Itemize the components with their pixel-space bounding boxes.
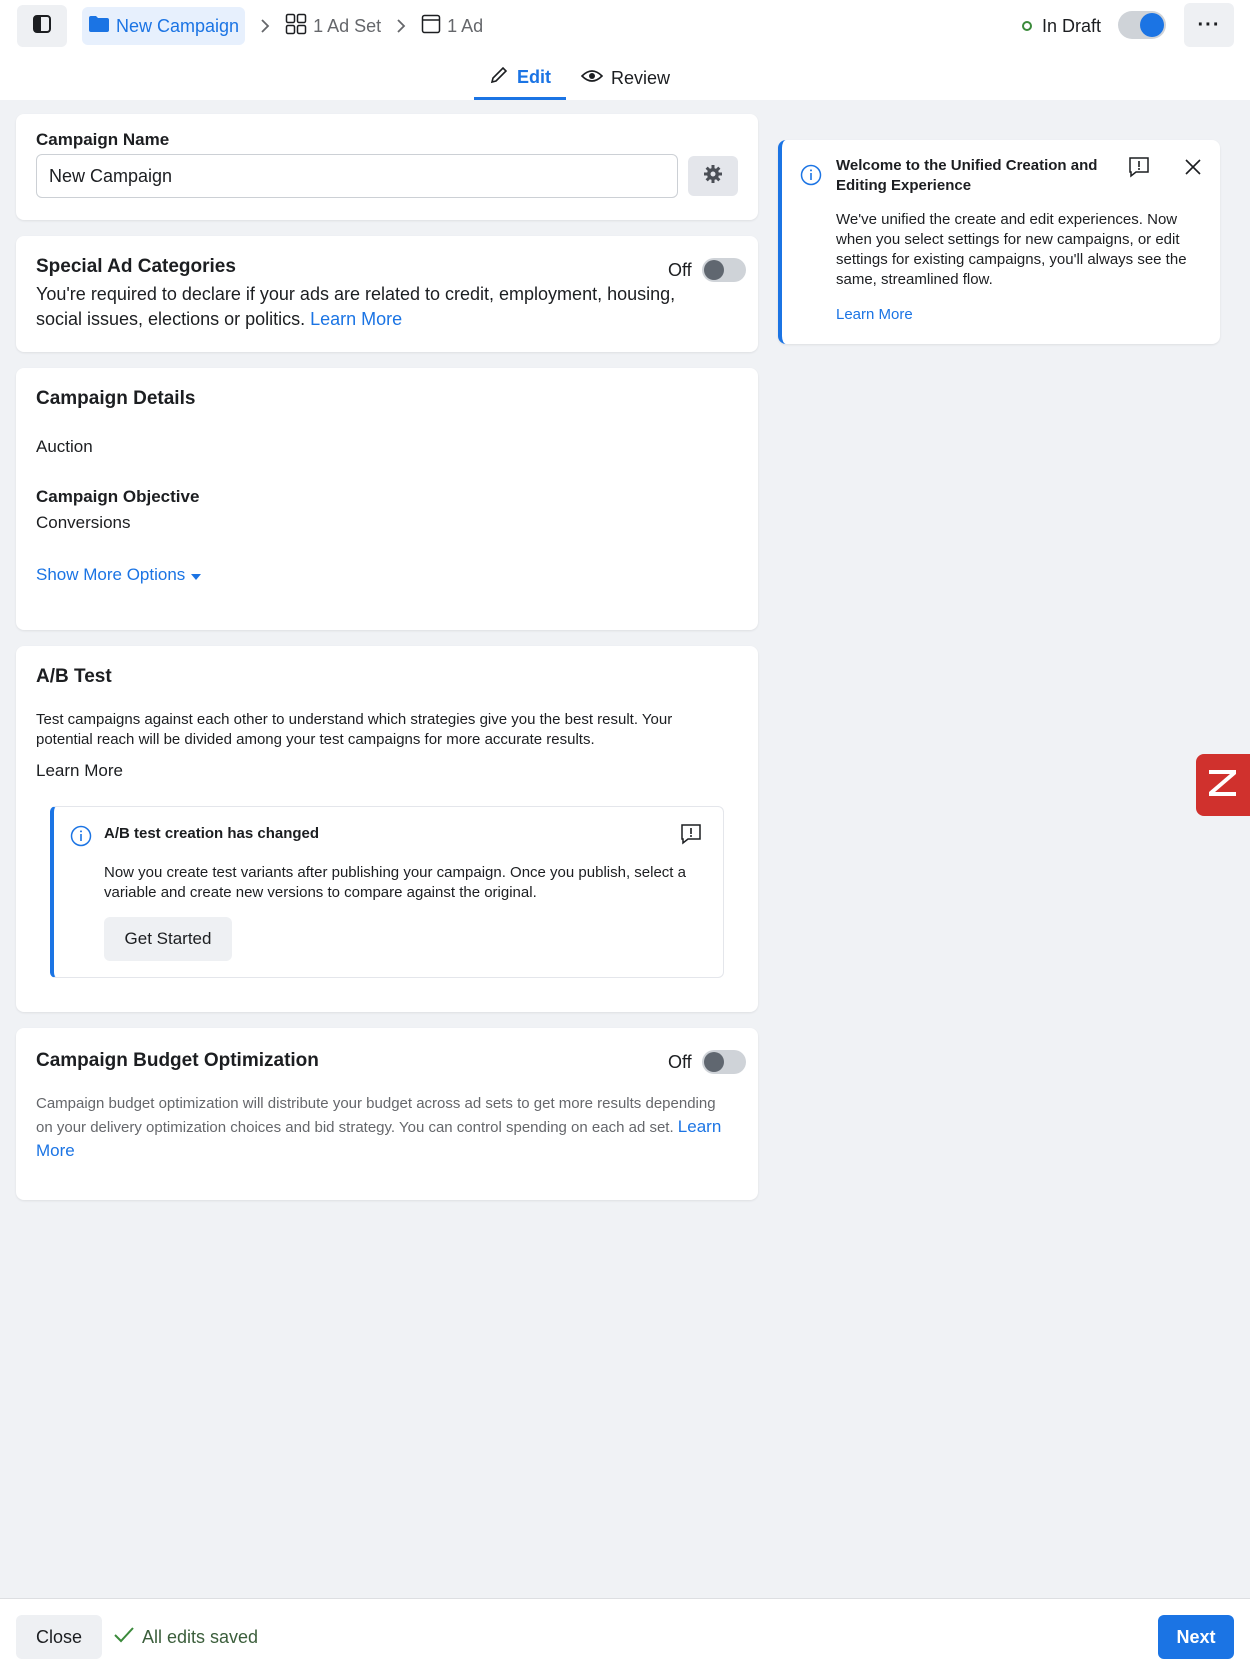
special-ad-categories-card: Special Ad Categories Off You're require… [16,236,758,352]
ab-test-title: A/B Test [36,666,112,687]
next-button[interactable]: Next [1158,1615,1234,1659]
bottom-footer: Close All edits saved Next [0,1598,1250,1670]
checkmark-icon [114,1626,134,1648]
status-label: In Draft [1042,15,1102,36]
ab-test-learn-more-link[interactable]: Learn More [36,758,123,783]
campaign-details-title: Campaign Details [36,388,196,409]
eye-icon [580,68,604,89]
info-icon [800,164,822,191]
campaign-name-label: Campaign Name [36,130,170,149]
ab-test-notice-title: A/B test creation has changed [104,825,320,842]
campaign-name-input[interactable]: New Campaign [36,154,678,198]
breadcrumb-ad[interactable]: 1 Ad [421,14,483,39]
folder-icon [88,15,110,38]
ab-test-description: Test campaigns against each other to und… [36,711,673,748]
campaign-name-card: Campaign Name New Campaign [16,114,758,220]
special-ad-categories-toggle-label: Off [668,260,692,280]
chevron-right-icon [395,18,407,34]
pencil-icon [489,65,509,90]
toggle-knob [704,260,724,280]
info-icon [70,825,92,852]
draft-status: In Draft [1022,10,1101,42]
unified-notice-title: Welcome to the Unified Creation and Edit… [836,157,1098,194]
status-dot-icon [1022,21,1032,31]
sidebar-panel-icon [32,14,52,39]
feedback-icon[interactable] [1128,156,1150,183]
unified-notice-learn-more-link[interactable]: Learn More [836,306,913,323]
campaign-details-card: Campaign Details Auction Campaign Object… [16,368,758,630]
special-ad-categories-title: Special Ad Categories [36,256,236,277]
campaign-objective-label: Campaign Objective [36,487,200,506]
toggle-knob [704,1052,724,1072]
close-button[interactable]: Close [16,1615,102,1659]
unified-notice-body: We've unified the create and edit experi… [836,211,1187,288]
show-more-options-label: Show More Options [36,565,186,584]
special-ad-categories-toggle[interactable] [702,258,746,282]
breadcrumb-campaign-label: New Campaign [116,15,240,36]
special-ad-categories-learn-more-link[interactable]: Learn More [310,309,402,329]
get-started-button[interactable]: Get Started [104,917,232,961]
close-icon[interactable] [1184,158,1202,181]
budget-optimization-text: Campaign budget optimization will distri… [36,1095,716,1136]
breadcrumb-campaign[interactable]: New Campaign [82,7,246,45]
breadcrumb-ad-set-label: 1 Ad Set [313,15,382,36]
tab-review[interactable]: Review [566,58,685,98]
more-options-button[interactable]: ··· [1184,3,1234,47]
budget-optimization-card: Campaign Budget Optimization Off Campaig… [16,1028,758,1200]
tab-edit[interactable]: Edit [474,58,566,100]
campaign-name-value: New Campaign [49,165,173,186]
toggle-knob [1140,13,1164,37]
show-more-options-link[interactable]: Show More Options [36,562,202,587]
budget-optimization-title: Campaign Budget Optimization [36,1050,319,1071]
grid-icon [285,13,307,40]
ellipsis-icon: ··· [1197,13,1221,36]
breadcrumb: New Campaign 1 Ad Set 1 Ad [82,5,483,47]
unified-experience-notice: Welcome to the Unified Creation and Edit… [778,140,1220,344]
floating-helper-button[interactable] [1196,754,1250,816]
budget-optimization-toggle[interactable] [702,1050,746,1074]
top-header: New Campaign 1 Ad Set 1 Ad In Draft ··· [0,0,1250,100]
campaign-toggle[interactable] [1118,11,1166,39]
special-ad-categories-description: You're required to declare if your ads a… [36,282,676,332]
ab-test-notice-body: Now you create test variants after publi… [104,864,686,901]
save-status-label: All edits saved [142,1626,259,1647]
buying-type-value: Auction [36,437,93,456]
breadcrumb-ad-set[interactable]: 1 Ad Set [285,13,381,40]
tab-review-label: Review [611,67,671,88]
tab-edit-label: Edit [517,67,551,87]
sidebar-toggle-button[interactable] [17,5,67,47]
z-logo-icon [1206,766,1240,805]
save-status: All edits saved [114,1615,258,1659]
chevron-right-icon [259,18,271,34]
ad-window-icon [421,14,441,39]
budget-optimization-description: Campaign budget optimization will distri… [36,1092,736,1163]
feedback-icon[interactable] [680,823,702,850]
ab-test-card: A/B Test Test campaigns against each oth… [16,646,758,1012]
gear-icon [703,164,723,189]
edit-review-tabs: Edit Review [474,58,685,100]
caret-down-icon [191,562,202,587]
ab-test-notice: A/B test creation has changed Now you cr… [50,806,724,978]
budget-optimization-toggle-label: Off [668,1052,692,1072]
campaign-name-settings-button[interactable] [688,156,738,196]
campaign-objective-value: Conversions [36,513,131,532]
breadcrumb-ad-label: 1 Ad [447,15,484,36]
